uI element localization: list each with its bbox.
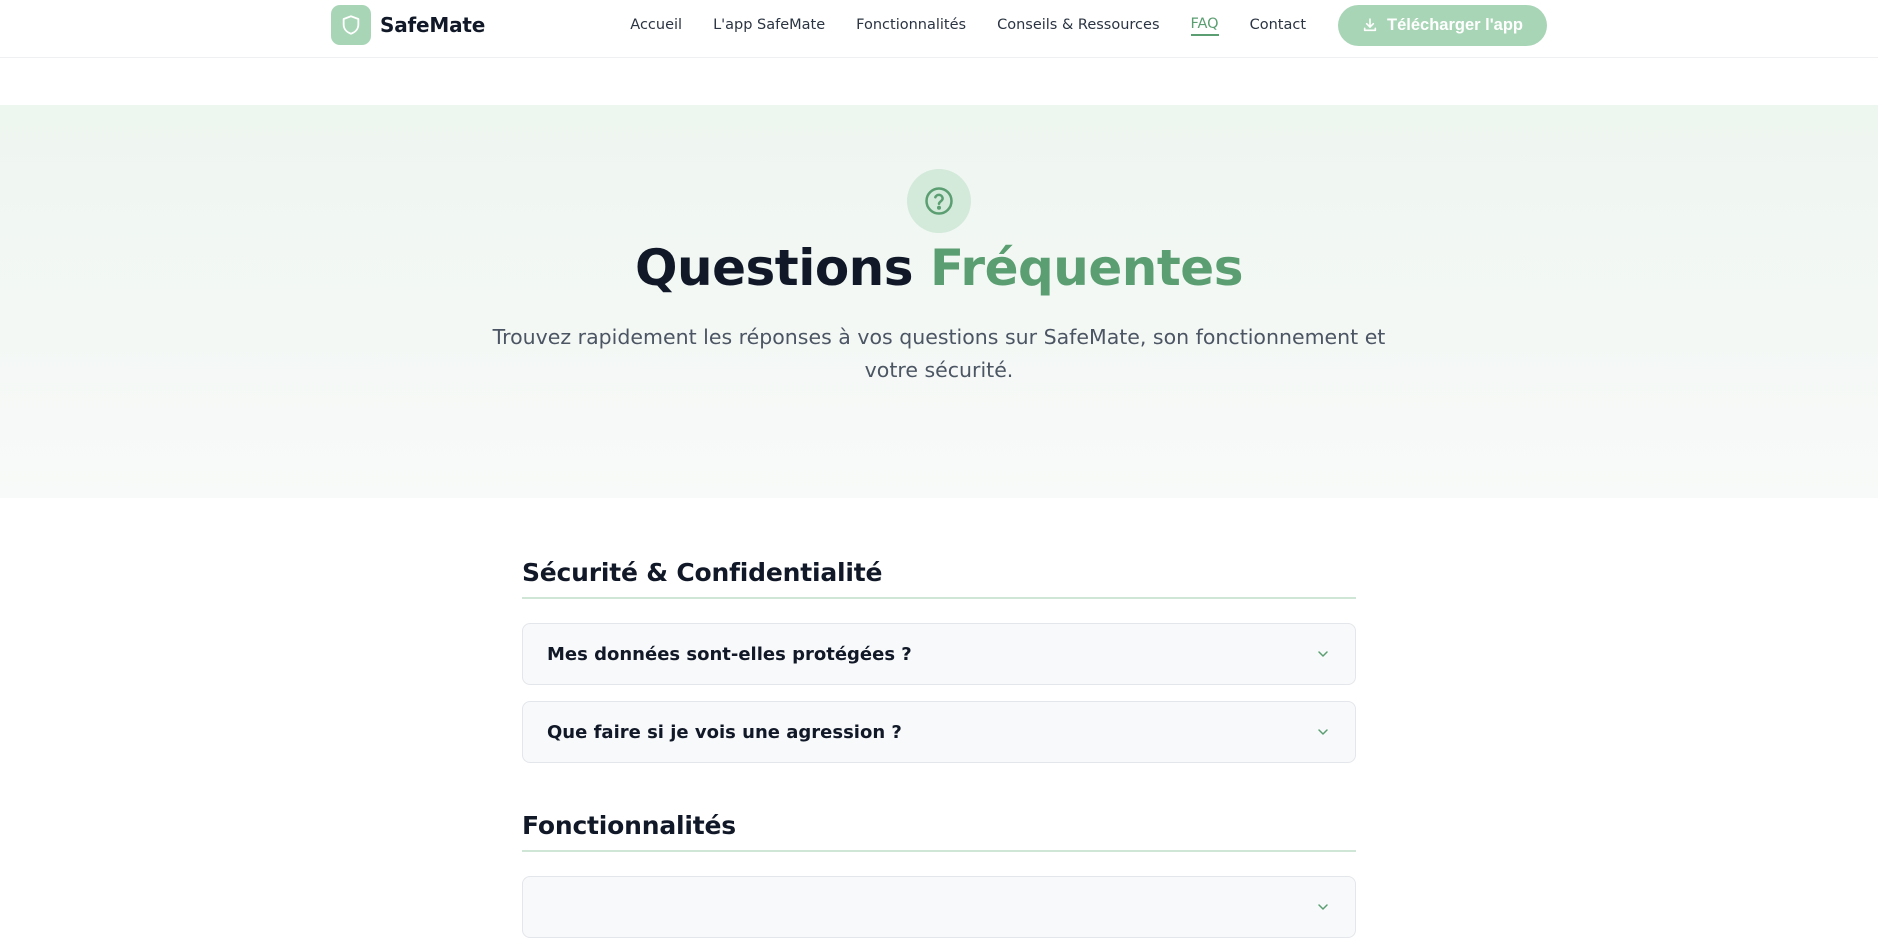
chevron-down-icon: [1315, 724, 1331, 740]
nav-links: Accueil L'app SafeMate Fonctionnalités C…: [599, 4, 1547, 46]
faq-section-title-fonctionnalites: Fonctionnalités: [522, 811, 1356, 852]
faq-question-partial[interactable]: [522, 876, 1356, 938]
question-circle-icon: [907, 169, 971, 233]
nav-link-conseils-ressources[interactable]: Conseils & Ressources: [997, 15, 1159, 35]
faq-question-donnees-protegees[interactable]: Mes données sont-elles protégées ?: [522, 623, 1356, 685]
chevron-down-icon: [1315, 899, 1331, 915]
download-icon: [1362, 17, 1378, 33]
faq-question-agression[interactable]: Que faire si je vois une agression ?: [522, 701, 1356, 763]
top-navbar: SafeMate Accueil L'app SafeMate Fonction…: [0, 0, 1878, 58]
brand-name: SafeMate: [380, 13, 486, 37]
page-title-part2: Fréquentes: [929, 239, 1244, 297]
shield-icon: [331, 5, 371, 45]
nav-link-app-safemate[interactable]: L'app SafeMate: [713, 15, 825, 35]
nav-link-fonctionnalites[interactable]: Fonctionnalités: [856, 15, 966, 35]
faq-hero: Questions Fréquentes Trouvez rapidement …: [0, 105, 1878, 498]
nav-link-faq[interactable]: FAQ: [1190, 14, 1219, 36]
download-app-button[interactable]: Télécharger l'app: [1338, 4, 1547, 46]
faq-question-text: Que faire si je vois une agression ?: [547, 721, 902, 743]
page-subtitle: Trouvez rapidement les réponses à vos qu…: [492, 325, 1386, 382]
download-app-label: Télécharger l'app: [1387, 15, 1523, 34]
nav-link-accueil[interactable]: Accueil: [630, 15, 682, 35]
faq-content: Sécurité & Confidentialité Mes données s…: [522, 558, 1356, 938]
faq-section-title-securite: Sécurité & Confidentialité: [522, 558, 1356, 599]
faq-question-text: Mes données sont-elles protégées ?: [547, 643, 912, 665]
brand-logo-link[interactable]: SafeMate: [331, 5, 485, 45]
page-title: Questions Fréquentes: [0, 239, 1878, 297]
chevron-down-icon: [1315, 646, 1331, 662]
navbar-inner: SafeMate Accueil L'app SafeMate Fonction…: [331, 0, 1547, 50]
page-title-part1: Questions: [635, 239, 914, 297]
nav-link-contact[interactable]: Contact: [1250, 15, 1306, 35]
